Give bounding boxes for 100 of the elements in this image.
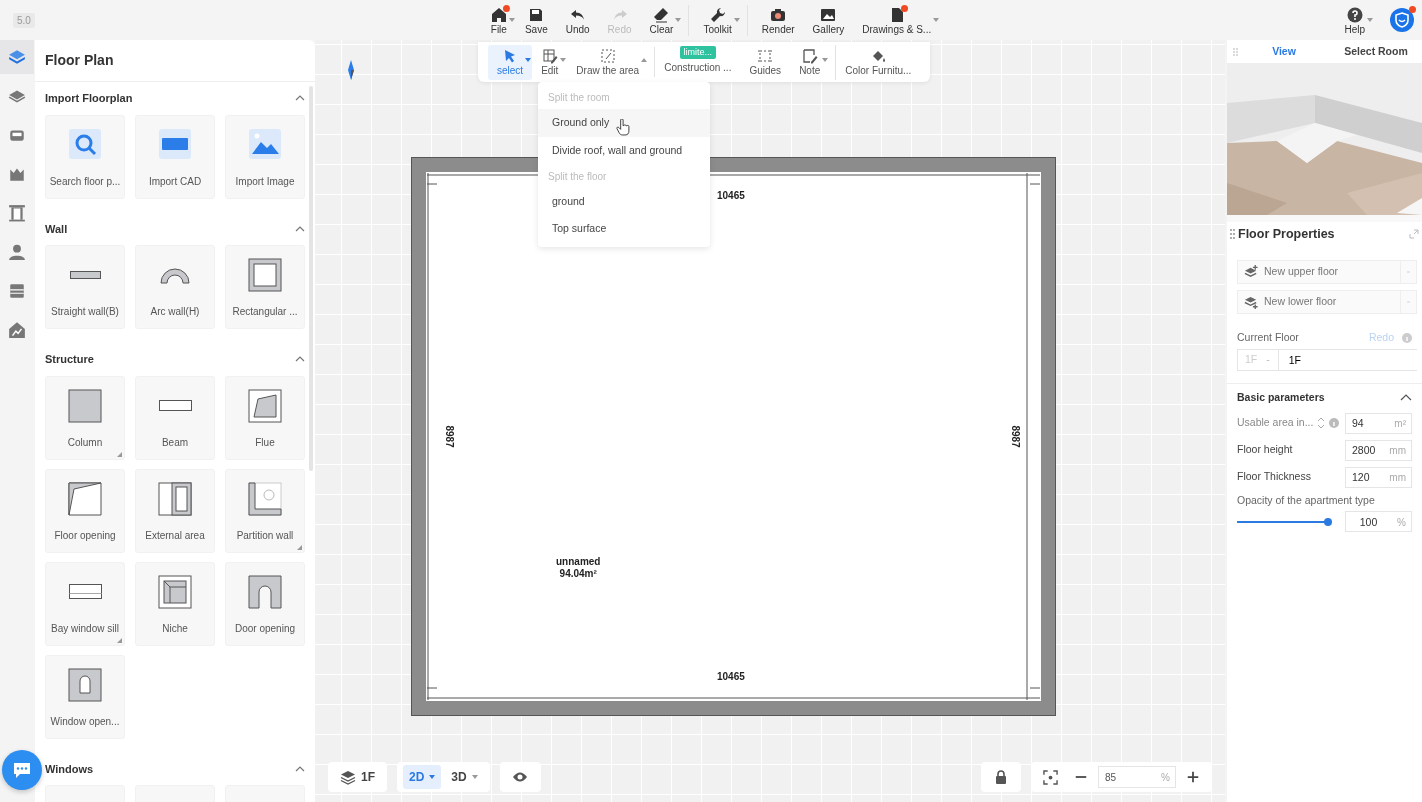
panel-title: Floor Properties	[1238, 225, 1336, 243]
panel-tab[interactable]: Select Room	[1330, 43, 1422, 60]
note-icon	[801, 47, 818, 64]
compass-icon	[347, 60, 355, 80]
toolbar-button[interactable]: Undo	[556, 4, 599, 36]
plus-icon	[1186, 770, 1200, 784]
library-tile[interactable]: Niche	[135, 561, 215, 646]
library-tile[interactable]: Floor opening	[45, 468, 125, 553]
info-icon	[1329, 418, 1340, 428]
info-icon	[1402, 332, 1412, 343]
dashed-square-icon	[757, 47, 774, 64]
slider-thumb[interactable]	[1324, 517, 1332, 526]
unit-label: %	[1397, 515, 1406, 530]
person-icon	[8, 243, 26, 261]
library-tile[interactable]: Flue	[225, 375, 305, 460]
library-tile[interactable]: Import CAD	[135, 114, 215, 199]
library-tile[interactable]: External area	[135, 468, 215, 553]
library-tile[interactable]: Search floor p...	[45, 114, 125, 199]
caret-icon	[471, 775, 478, 779]
separator-label: -	[1265, 351, 1271, 367]
slider-track[interactable]	[1237, 520, 1329, 523]
tool-button[interactable]: Color Furnitu...	[835, 44, 921, 80]
library-tile[interactable]: Bay window sill	[45, 561, 125, 646]
library-tile[interactable]: Import Image	[225, 114, 305, 199]
toolbar-button[interactable]: Render	[746, 4, 804, 36]
toolbar-button[interactable]: Toolkit	[688, 4, 741, 36]
help-icon	[1346, 6, 1363, 23]
caret-icon	[525, 57, 532, 62]
menu-group-title: Split the room	[547, 91, 611, 105]
rectangular-wall-icon	[245, 255, 285, 295]
toolbar-button[interactable]: File	[481, 4, 516, 36]
library-tile[interactable]: Straight wall(B)	[45, 245, 125, 329]
menu-item[interactable]: Ground only	[538, 109, 710, 137]
shield-icon	[1390, 8, 1414, 32]
menu-group-title: Split the floor	[547, 169, 608, 184]
library-tile[interactable]: Rectangular ...	[225, 245, 305, 329]
notification-dot	[900, 4, 908, 12]
tool-button[interactable]: select	[488, 44, 533, 80]
caret-icon	[675, 17, 682, 22]
section-title: Windows	[45, 761, 94, 777]
tool-button[interactable]: Guides	[740, 44, 791, 80]
unit-label: mm	[1389, 470, 1406, 485]
status-badge: limite...	[679, 45, 717, 60]
section-title: Basic parameters	[1237, 389, 1325, 405]
stack-plus-icon	[1244, 264, 1259, 280]
toolbar-button[interactable]: Drawings & S...	[853, 4, 941, 36]
help-button[interactable]: Help	[1335, 4, 1374, 36]
dimension-label: 8987	[442, 425, 456, 448]
field-label: Opacity of the apartment type	[1237, 492, 1375, 508]
rail-button[interactable]	[0, 40, 34, 74]
field-label: Usable area in...	[1237, 415, 1314, 431]
beam-icon	[158, 400, 192, 411]
menu-item[interactable]: ground	[538, 187, 710, 216]
caret-icon	[560, 57, 567, 62]
menu-item[interactable]: Divide roof, wall and ground	[538, 136, 710, 165]
panel-tab[interactable]: View	[1238, 43, 1330, 60]
library-tile[interactable]: Arc wall(H)	[135, 245, 215, 329]
room-area: 94.04m²	[556, 568, 601, 580]
menu-item[interactable]: Top surface	[538, 215, 710, 243]
tool-button[interactable]: Note	[790, 44, 830, 80]
account-avatar[interactable]	[1390, 8, 1414, 32]
library-tile[interactable]: Column	[45, 375, 125, 460]
lock-icon	[993, 769, 1009, 785]
toolbar-button[interactable]: Gallery	[803, 4, 854, 36]
corner-mark-icon	[117, 451, 122, 457]
chat-button[interactable]	[2, 750, 42, 790]
library-tile[interactable]: Door opening	[225, 561, 305, 646]
dimension-label: 10465	[717, 670, 745, 684]
library-tile[interactable]: Window open...	[45, 654, 125, 739]
notification-dot	[1409, 6, 1416, 13]
tool-button[interactable]: Edit	[532, 44, 568, 80]
notification-dot	[502, 4, 510, 12]
floor-button[interactable]: 1F	[334, 765, 381, 789]
save-icon	[528, 6, 545, 23]
house-icon	[490, 6, 507, 23]
toolbar-button[interactable]: Clear	[640, 4, 683, 36]
layers-icon	[340, 769, 356, 785]
caret-icon	[822, 57, 829, 62]
unit-label: m²	[1394, 416, 1406, 431]
hand-cursor-icon	[616, 119, 630, 136]
field-label: Floor height	[1237, 442, 1293, 458]
tool-button[interactable]: Draw the area	[567, 44, 649, 80]
caret-icon	[1367, 17, 1373, 22]
drag-handle-icon	[1230, 228, 1235, 240]
chat-bubble-icon	[12, 760, 32, 780]
view-toggle[interactable]: 3D	[445, 765, 484, 789]
caret-icon	[733, 17, 740, 22]
toolbar-button[interactable]: Save	[515, 4, 557, 36]
grid-pencil-icon	[541, 47, 558, 64]
view-toggle[interactable]: 2D	[403, 765, 442, 789]
drag-handle-icon	[1233, 46, 1238, 57]
section-title: Wall	[45, 221, 68, 237]
straight-wall-icon	[69, 271, 101, 279]
wrench-icon	[709, 6, 726, 23]
tool-button[interactable]: limite... Construction ...	[654, 46, 741, 78]
library-tile[interactable]: Beam	[135, 375, 215, 460]
library-tile[interactable]: Partition wall	[225, 468, 305, 553]
sort-icon	[1317, 417, 1326, 429]
eraser-icon	[653, 6, 670, 23]
caret-icon	[429, 775, 436, 779]
